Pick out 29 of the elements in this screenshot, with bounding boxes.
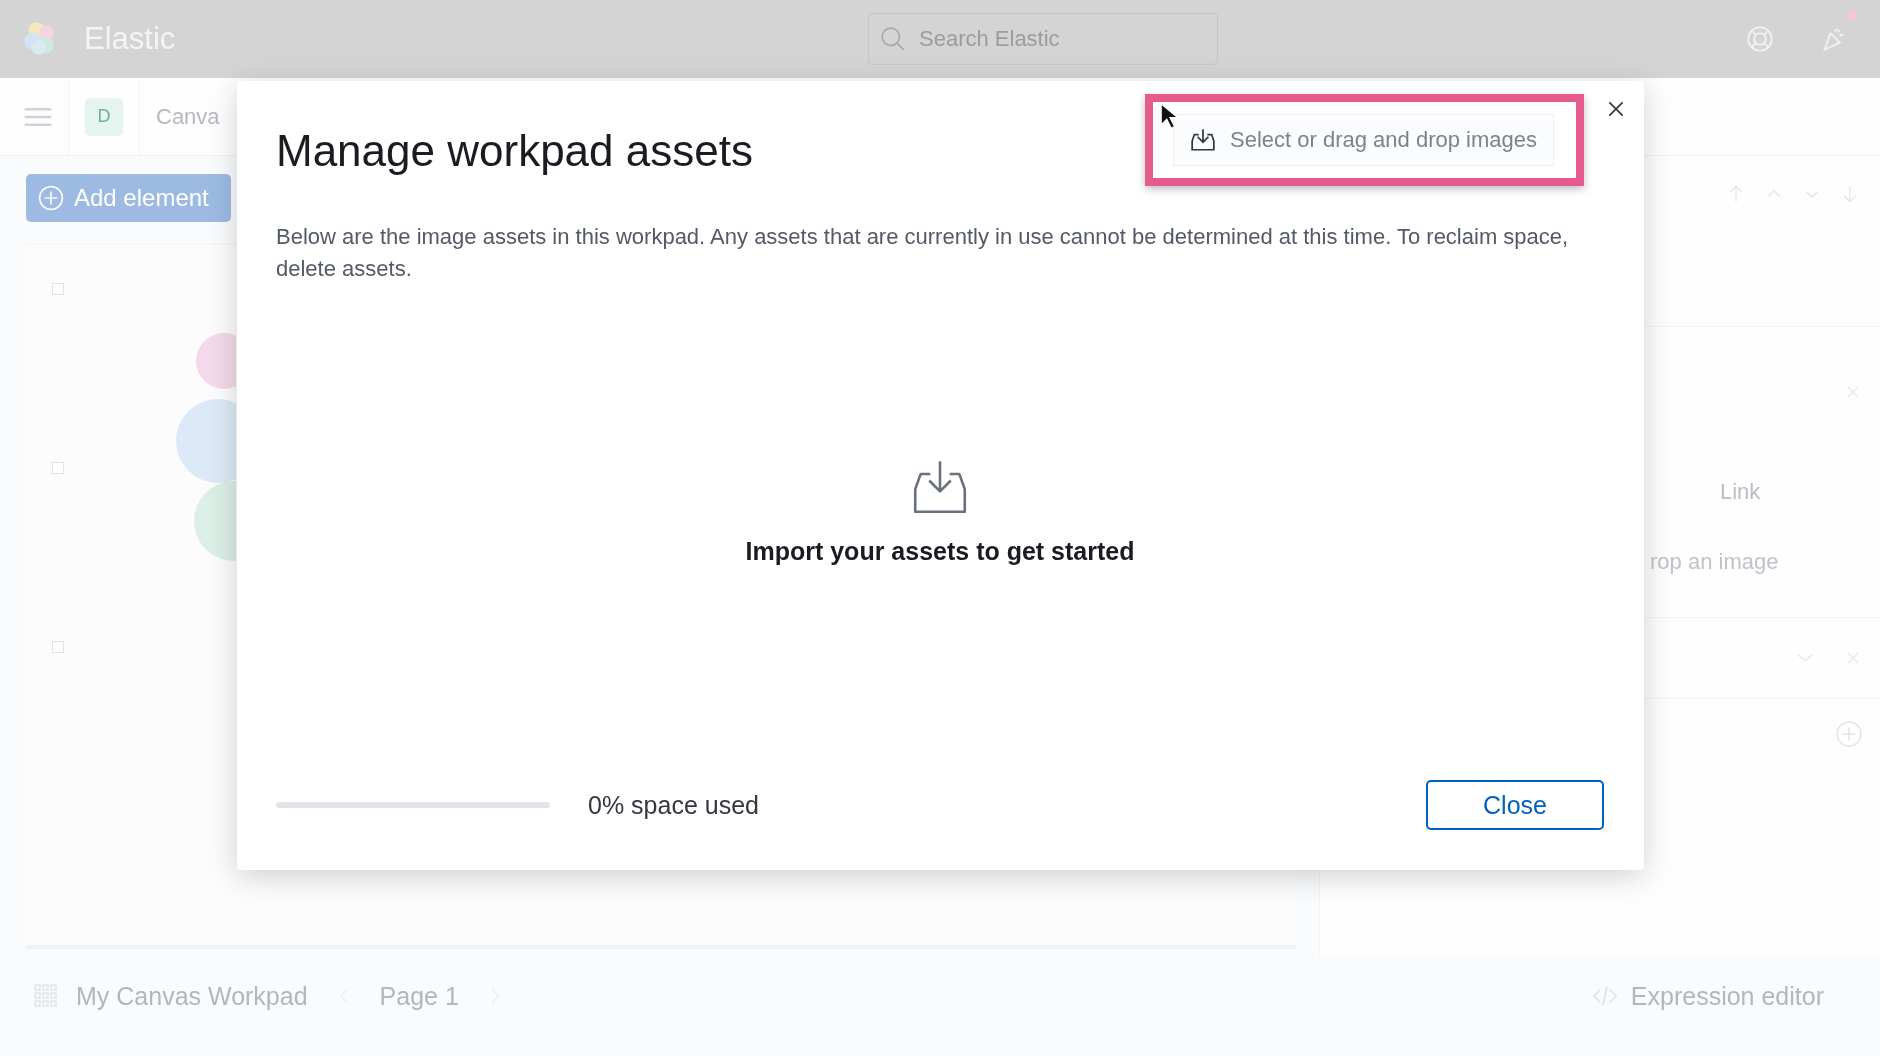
search-field[interactable]: Search Elastic	[868, 13, 1218, 65]
menu-icon[interactable]	[24, 106, 52, 127]
close-icon[interactable]	[1606, 99, 1626, 119]
dialog-title: Manage workpad assets	[276, 126, 753, 176]
space-avatar[interactable]: D	[85, 97, 123, 136]
page-label[interactable]: Page 1	[379, 981, 459, 1011]
import-icon	[1190, 127, 1217, 153]
upload-images-button[interactable]: Select or drag and drop images	[1173, 114, 1554, 166]
usage-text: 0% space used	[588, 790, 759, 820]
help-icon[interactable]	[1746, 25, 1774, 53]
cursor-icon	[1160, 102, 1178, 130]
empty-state-title: Import your assets to get started	[745, 537, 1135, 566]
expression-editor-button[interactable]: Expression editor	[1586, 980, 1830, 1012]
add-icon[interactable]	[1836, 721, 1862, 747]
grid-icon[interactable]	[34, 984, 58, 1008]
resize-handle[interactable]	[52, 641, 64, 653]
search-icon	[880, 26, 906, 52]
plus-icon	[38, 185, 64, 211]
dialog-description: Below are the image assets in this workpad. Any assets that are currently in use cannot be determined at this time. To reclaim space, delete assets.	[276, 223, 1570, 283]
resize-handle[interactable]	[52, 462, 64, 474]
link-tab[interactable]: Link	[1720, 479, 1761, 505]
drop-hint: rop an image	[1650, 549, 1779, 575]
workpad-name[interactable]: My Canvas Workpad	[76, 981, 308, 1011]
breadcrumb-link[interactable]: Canva	[156, 103, 220, 130]
code-icon	[1592, 984, 1617, 1008]
close-button[interactable]: Close	[1426, 780, 1604, 830]
import-icon	[912, 459, 968, 515]
add-element-button[interactable]: Add element	[26, 174, 231, 222]
resize-handle[interactable]	[52, 283, 64, 295]
